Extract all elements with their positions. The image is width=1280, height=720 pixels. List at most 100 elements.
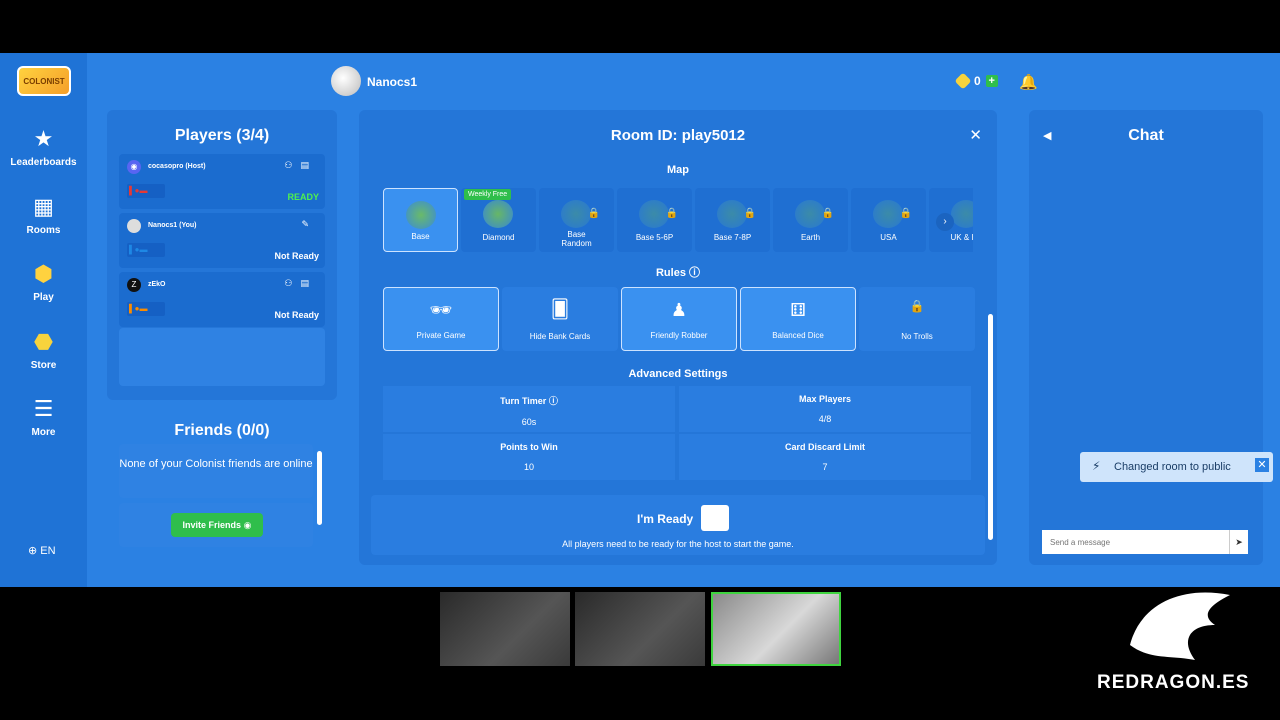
player-actions[interactable]: ⚇▤ — [284, 278, 317, 289]
info-icon[interactable]: ⓘ — [689, 267, 700, 279]
avatar — [127, 219, 141, 233]
close-icon[interactable]: ✕ — [969, 126, 982, 144]
map-option[interactable]: Base — [383, 188, 458, 252]
points-to-win-setting[interactable]: Points to Win 10 — [383, 434, 675, 480]
turn-timer-setting[interactable]: Turn Timer ⓘ 60s — [383, 386, 675, 432]
lock-icon: 🔒 — [909, 299, 925, 313]
add-coins-button[interactable]: + — [985, 75, 998, 87]
advanced-settings: Turn Timer ⓘ 60s Max Players 4/8 Points … — [383, 386, 973, 480]
card-discard-setting[interactable]: Card Discard Limit 7 — [679, 434, 971, 480]
username[interactable]: Nanocs1 — [367, 75, 417, 89]
nav-rooms[interactable]: ▦ Rooms — [0, 193, 87, 236]
rule-label: Hide Bank Cards — [529, 332, 591, 341]
nav-label: Leaderboards — [10, 157, 77, 168]
map-option[interactable]: 🔒 Base 7-8P — [695, 188, 770, 252]
rule-hide-bank-cards[interactable]: 🂠 Hide Bank Cards — [502, 287, 618, 351]
chevron-right-icon[interactable]: › — [936, 213, 954, 231]
ready-label: I'm Ready — [637, 512, 694, 526]
chat-input[interactable] — [1042, 530, 1229, 554]
game-window: COLONIST ★ Leaderboards ▦ Rooms ⬢ Play ⬣… — [0, 53, 1280, 587]
menu-icon: ☰ — [33, 396, 54, 421]
nav-leaderboards[interactable]: ★ Leaderboards — [0, 125, 87, 168]
map-list: Base Weekly Free Diamond 🔒 Base Random 🔒 Ba… — [383, 188, 973, 254]
player-name: zEkO — [148, 281, 166, 288]
rule-no-trolls[interactable]: 🔒 No Trolls — [859, 287, 975, 351]
brand-text: REDRAGON.ES — [1097, 672, 1250, 693]
max-players-setting[interactable]: Max Players 4/8 — [679, 386, 971, 432]
dice-icon: ⚅ — [790, 300, 806, 320]
lightning-icon: ⚡ — [1092, 459, 1101, 473]
player-color-pieces: ▌●▬ — [127, 184, 165, 198]
close-icon[interactable]: ✕ — [1255, 458, 1269, 472]
nav-store[interactable]: ⬣ Store — [0, 328, 87, 371]
player-avatar-icon: Z — [127, 278, 141, 292]
map-label: UK & Irel — [950, 233, 973, 242]
map-label: Diamond — [482, 233, 515, 242]
room-scrollbar[interactable] — [987, 210, 994, 540]
nav-label: Play — [33, 292, 54, 303]
player-row: Z zEkO ⚇▤ ▌●▬ Not Ready — [119, 272, 325, 327]
language-selector[interactable]: ⊕ EN — [28, 544, 56, 557]
nav-label: Store — [30, 360, 57, 371]
map-thumbnail — [483, 200, 513, 228]
coin-balance: 0 + — [954, 72, 998, 90]
rule-friendly-robber[interactable]: ♟ Friendly Robber — [621, 287, 737, 351]
toast-message: Changed room to public — [1114, 461, 1231, 473]
rules-list: 🕶 Private Game 🂠 Hide Bank Cards ♟ Friendly… — [383, 287, 975, 353]
map-option[interactable]: 🔒 USA — [851, 188, 926, 252]
sidebar-nav: COLONIST ★ Leaderboards ▦ Rooms ⬢ Play ⬣… — [0, 53, 87, 587]
nav-more[interactable]: ☰ More — [0, 395, 87, 438]
invite-label: Invite Friends — [182, 520, 242, 530]
map-thumbnail — [406, 201, 436, 229]
map-option[interactable]: Weekly Free Diamond — [461, 188, 536, 252]
invite-area: Invite Friends ◉ — [119, 503, 313, 547]
rule-balanced-dice[interactable]: ⚅ Balanced Dice — [740, 287, 856, 351]
rule-label: No Trolls — [901, 332, 933, 341]
card-icon: 🂠 — [550, 299, 570, 319]
nav-play[interactable]: ⬢ Play — [0, 260, 87, 303]
map-heading: Map — [667, 164, 689, 176]
player-actions[interactable]: ⚇▤ — [284, 160, 317, 171]
sunglasses-icon: 🕶 — [429, 300, 453, 320]
chat-panel: ◀ Chat — [1029, 110, 1263, 565]
edit-icon[interactable]: ✎ — [301, 219, 317, 230]
rules-heading: Rules ⓘ — [384, 264, 972, 280]
send-icon[interactable]: ➤ — [1229, 530, 1248, 554]
map-option[interactable]: 🔒 Base Random — [539, 188, 614, 252]
points-value: 10 — [523, 462, 534, 472]
coin-icon: ⬣ — [33, 329, 54, 354]
map-option[interactable]: 🔒 Earth — [773, 188, 848, 252]
invite-friends-button[interactable]: Invite Friends ◉ — [171, 513, 263, 537]
rules-heading-label: Rules — [655, 267, 686, 279]
info-icon[interactable]: ⓘ — [549, 396, 558, 406]
player-status: READY — [287, 192, 319, 202]
ready-checkbox[interactable] — [701, 505, 729, 531]
room-title: Room ID: play5012 — [610, 127, 746, 144]
map-label: Earth — [800, 233, 821, 242]
player-row: Nanocs1 (You) ✎ ▌●▬ Not Ready — [119, 213, 325, 268]
rule-label: Friendly Robber — [650, 331, 708, 340]
coin-icon — [954, 72, 972, 90]
trophy-icon: ★ — [33, 126, 54, 151]
scroll-thumb[interactable] — [988, 314, 993, 540]
lock-icon: 🔒 — [587, 208, 600, 219]
avatar[interactable] — [331, 66, 361, 96]
map-thumbnail — [795, 200, 825, 228]
rule-label: Private Game — [416, 331, 466, 340]
bell-icon[interactable]: 🔔 — [1019, 73, 1038, 91]
friends-scrollbar[interactable] — [317, 451, 322, 525]
map-thumbnail — [717, 200, 747, 228]
webcam-feed — [575, 592, 705, 666]
advanced-settings-heading: Advanced Settings — [628, 368, 728, 380]
colonist-logo[interactable]: COLONIST — [17, 66, 71, 96]
friends-panel: Friends (0/0) None of your Colonist frie… — [107, 411, 337, 587]
map-label: Base 7-8P — [713, 233, 752, 242]
map-thumbnail — [951, 200, 973, 228]
map-option[interactable]: 🔒 Base 5-6P — [617, 188, 692, 252]
language-label: EN — [40, 545, 56, 557]
webcam-feed — [711, 592, 841, 666]
map-label: USA — [880, 233, 897, 242]
friends-empty-message: None of your Colonist friends are online — [119, 444, 313, 498]
rule-private-game[interactable]: 🕶 Private Game — [383, 287, 499, 351]
lock-icon: 🔒 — [821, 208, 834, 219]
